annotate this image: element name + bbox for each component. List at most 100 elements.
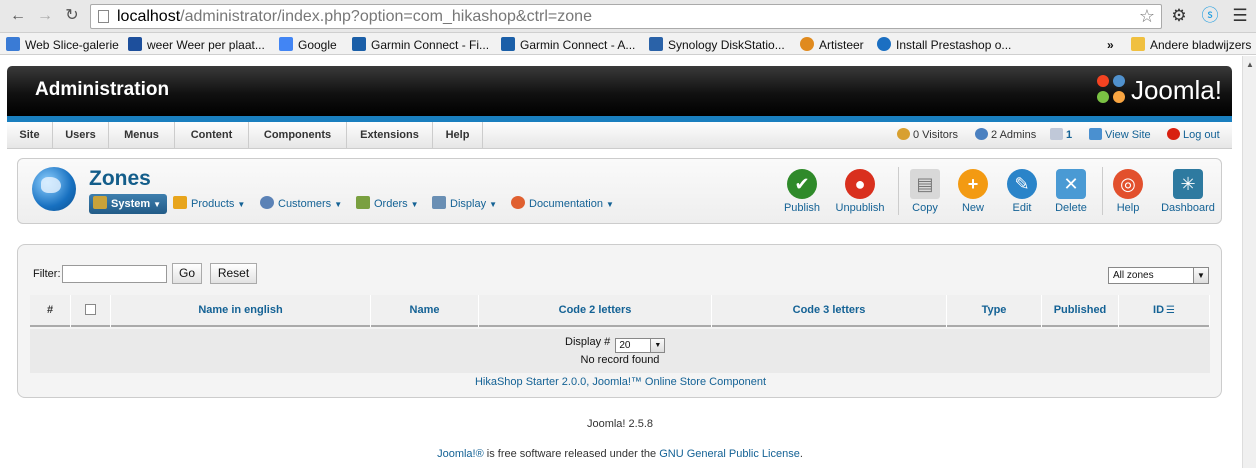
artisteer-icon bbox=[800, 37, 814, 51]
caret-down-icon: ▼ bbox=[489, 200, 497, 209]
orders-icon bbox=[356, 196, 370, 209]
unpublish-icon: ● bbox=[845, 169, 875, 199]
view-site-link[interactable]: View Site bbox=[1089, 127, 1151, 143]
menu-components[interactable]: Components bbox=[249, 122, 347, 149]
scroll-up-icon[interactable]: ▲ bbox=[1246, 60, 1254, 69]
logout-label[interactable]: Log out bbox=[1183, 129, 1220, 141]
view-site-label[interactable]: View Site bbox=[1105, 129, 1151, 141]
admin-menubar: Site Users Menus Content Components Exte… bbox=[7, 122, 1232, 149]
col-name-english[interactable]: Name in english bbox=[111, 295, 371, 327]
col-type[interactable]: Type bbox=[947, 295, 1042, 327]
submenu-display[interactable]: Display ▼ bbox=[432, 194, 497, 214]
bookmark-item[interactable]: Web Slice-galerie bbox=[6, 37, 119, 53]
new-button[interactable]: + New bbox=[947, 169, 999, 214]
caret-down-icon: ▼ bbox=[237, 200, 246, 209]
bookmarks-bar: Web Slice-galerie weer Weer per plaat...… bbox=[0, 33, 1256, 55]
submenu-label: Products bbox=[191, 198, 235, 210]
col-published[interactable]: Published bbox=[1042, 295, 1119, 327]
col-checkbox[interactable] bbox=[71, 295, 111, 327]
joomla-link[interactable]: Joomla!® bbox=[437, 448, 484, 460]
page-scrollbar[interactable]: ▲ bbox=[1242, 56, 1256, 468]
delete-button[interactable]: ✕ Delete bbox=[1045, 169, 1097, 214]
logout-link[interactable]: Log out bbox=[1167, 127, 1220, 143]
bookmark-item[interactable]: weer Weer per plaat... bbox=[128, 37, 265, 53]
edit-button[interactable]: ✎ Edit bbox=[996, 169, 1048, 214]
other-bookmarks[interactable]: Andere bladwijzers bbox=[1131, 37, 1251, 53]
messages-status[interactable]: 1 bbox=[1050, 127, 1072, 143]
address-bar[interactable]: localhost/administrator/index.php?option… bbox=[90, 4, 1162, 29]
other-bookmarks-label: Andere bladwijzers bbox=[1150, 38, 1252, 52]
back-arrow-icon[interactable]: ← bbox=[8, 6, 28, 26]
select-all-checkbox[interactable] bbox=[85, 304, 96, 315]
bookmark-item[interactable]: Garmin Connect - A... bbox=[501, 37, 635, 53]
bookmark-item[interactable]: Google bbox=[279, 37, 337, 53]
toolbar-panel: Zones System ▼ Products ▼ Customers ▼ Order… bbox=[17, 158, 1222, 224]
submenu-system[interactable]: System ▼ bbox=[89, 194, 168, 214]
copy-icon: ▤ bbox=[910, 169, 940, 199]
menu-users[interactable]: Users bbox=[53, 122, 109, 149]
unpublish-label: Unpublish bbox=[835, 202, 885, 214]
submenu-orders[interactable]: Orders ▼ bbox=[356, 194, 419, 214]
submenu-label: Customers bbox=[278, 198, 332, 210]
customers-icon bbox=[260, 196, 274, 209]
table-header: # Name in english Name Code 2 letters Co… bbox=[30, 295, 1210, 327]
garmin-icon bbox=[501, 37, 515, 51]
reset-button[interactable]: Reset bbox=[210, 263, 257, 284]
unpublish-button[interactable]: ● Unpublish bbox=[834, 169, 886, 214]
zone-type-select[interactable]: All zones ▼ bbox=[1108, 267, 1209, 284]
submenu-customers[interactable]: Customers ▼ bbox=[260, 194, 342, 214]
pencil-icon: ✎ bbox=[1007, 169, 1037, 199]
display-limit-value: 20 bbox=[619, 340, 631, 351]
submenu-products[interactable]: Products ▼ bbox=[173, 194, 245, 214]
admins-status: 2 Admins bbox=[975, 127, 1036, 143]
joomla-mark-icon bbox=[1096, 75, 1127, 105]
help-button[interactable]: ◎ Help bbox=[1102, 169, 1154, 214]
submenu-label: Display bbox=[450, 198, 487, 210]
bookmark-star-icon[interactable]: ☆ bbox=[1139, 5, 1155, 28]
menu-help[interactable]: Help bbox=[433, 122, 483, 149]
menu-icon[interactable]: ☰ bbox=[1230, 6, 1250, 26]
hikashop-credit-link[interactable]: HikaShop Starter 2.0.0, Joomla!™ Online … bbox=[18, 376, 1223, 388]
menu-content[interactable]: Content bbox=[175, 122, 249, 149]
gpl-link[interactable]: GNU General Public License bbox=[659, 448, 800, 460]
bookmark-item[interactable]: Artisteer bbox=[800, 37, 864, 53]
new-label: New bbox=[961, 202, 984, 214]
bookmark-item[interactable]: Install Prestashop o... bbox=[877, 37, 1011, 53]
filter-input[interactable] bbox=[62, 265, 167, 283]
license-middle: is free software released under the bbox=[483, 448, 660, 460]
caret-down-icon: ▼ bbox=[606, 200, 614, 209]
col-code2[interactable]: Code 2 letters bbox=[479, 295, 712, 327]
url-path: /administrator/index.php?option=com_hika… bbox=[180, 8, 592, 25]
col-name[interactable]: Name bbox=[371, 295, 479, 327]
display-limit-select[interactable]: 20 ▼ bbox=[615, 338, 666, 353]
go-button[interactable]: Go bbox=[172, 263, 202, 284]
bookmarks-overflow[interactable]: » bbox=[1107, 37, 1114, 53]
publish-button[interactable]: ✔ Publish bbox=[776, 169, 828, 214]
bookmark-item[interactable]: Garmin Connect - Fi... bbox=[352, 37, 489, 53]
menu-site[interactable]: Site bbox=[7, 122, 53, 149]
dashboard-label: Dashboard bbox=[1161, 202, 1215, 214]
globe-icon bbox=[32, 167, 76, 211]
messages-icon bbox=[1050, 128, 1063, 140]
bookmark-label: Artisteer bbox=[819, 38, 864, 52]
menu-extensions[interactable]: Extensions bbox=[347, 122, 433, 149]
skype-icon[interactable]: ⓢ bbox=[1200, 6, 1220, 26]
bookmark-label: weer Weer per plaat... bbox=[147, 38, 265, 52]
dashboard-button[interactable]: ✳ Dashboard bbox=[1158, 169, 1218, 214]
joomla-logo-text: Joomla! bbox=[1130, 75, 1222, 105]
folder-icon bbox=[1131, 37, 1145, 51]
col-id[interactable]: ID ☰ bbox=[1119, 295, 1210, 327]
menu-menus[interactable]: Menus bbox=[109, 122, 175, 149]
forward-arrow-icon[interactable]: → bbox=[35, 6, 55, 26]
bookmark-label: Synology DiskStatio... bbox=[668, 38, 785, 52]
messages-count[interactable]: 1 bbox=[1066, 129, 1072, 141]
gear-icon[interactable]: ⚙ bbox=[1169, 6, 1189, 26]
reload-icon[interactable]: ↻ bbox=[62, 6, 82, 26]
display-limit: Display # 20 ▼ bbox=[565, 336, 666, 353]
products-icon bbox=[173, 196, 187, 209]
bookmark-item[interactable]: Synology DiskStatio... bbox=[649, 37, 785, 53]
submenu-documentation[interactable]: Documentation ▼ bbox=[511, 194, 614, 214]
admins-count: 2 Admins bbox=[991, 129, 1037, 141]
col-code3[interactable]: Code 3 letters bbox=[712, 295, 947, 327]
copy-button[interactable]: ▤ Copy bbox=[899, 169, 951, 214]
